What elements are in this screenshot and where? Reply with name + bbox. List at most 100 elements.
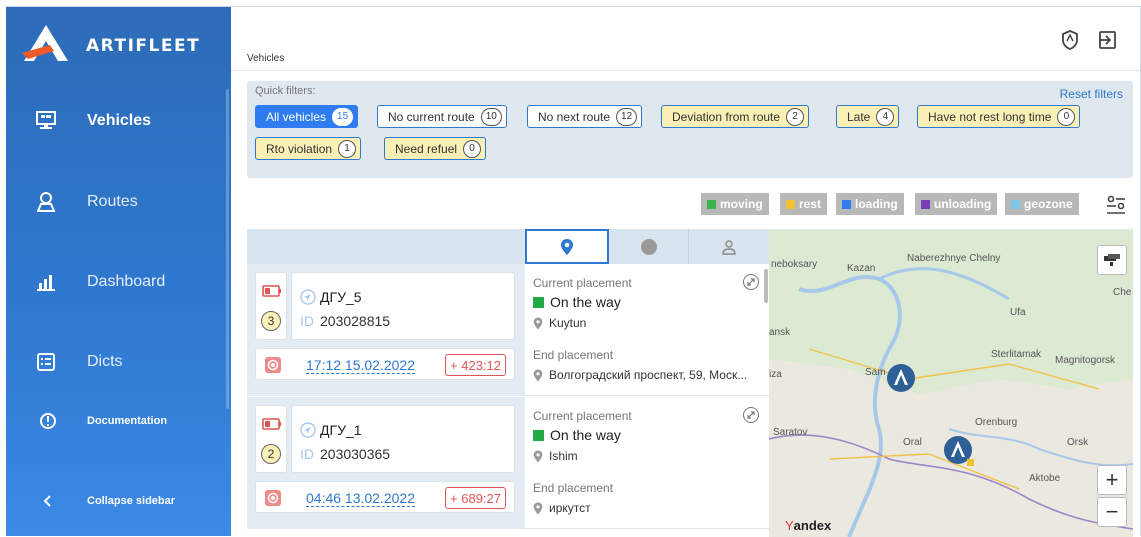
map-layers-icon	[1104, 254, 1120, 266]
vehicle-list[interactable]: 3 ДГУ_5 ID 203028815 17:12 15.02.2022 + …	[247, 264, 769, 537]
sidebar-item-label: Dashboard	[87, 273, 166, 290]
filter-chip-no-current-route[interactable]: No current route 10	[377, 105, 507, 128]
sidebar: ARTIFLEET Vehicles Routes Dashboard Dict…	[6, 7, 231, 536]
artifleet-logo-icon	[20, 23, 72, 63]
filter-chip-no-next-route[interactable]: No next route 12	[527, 105, 643, 128]
legend-moving[interactable]: moving	[701, 193, 769, 215]
vehicle-indicators: 3	[255, 272, 287, 340]
vehicle-badge: 2	[261, 444, 281, 464]
legend-label: moving	[720, 197, 763, 211]
navigation-icon	[300, 422, 316, 438]
legend-geozone[interactable]: geozone	[1005, 193, 1079, 215]
filter-chip-label: No next route	[538, 109, 611, 124]
map-place-label: Sterlitamak	[991, 349, 1042, 360]
filter-chip-label: Deviation from route	[672, 109, 781, 124]
monitor-icon	[34, 109, 58, 133]
location-pin-icon	[560, 238, 573, 255]
map-pin-person-icon	[34, 190, 58, 214]
circle-icon	[640, 238, 657, 255]
shield-icon[interactable]	[1059, 29, 1081, 51]
quick-filters-panel: Quick filters: Reset filters All vehicle…	[247, 81, 1133, 178]
reset-filters-link[interactable]: Reset filters	[1060, 87, 1123, 101]
vehicle-time-row: 04:46 13.02.2022 + 689:27	[255, 481, 515, 513]
legend-label: unloading	[934, 197, 992, 211]
vehicle-marker-icon[interactable]	[943, 435, 975, 467]
map-place-label: Orsk	[1067, 437, 1089, 448]
map-view[interactable]: neboksary Kazan Naberezhnye Chelny Che U…	[769, 229, 1133, 537]
legend-unloading[interactable]: unloading	[915, 193, 998, 215]
current-placement-title: Current placement	[533, 276, 632, 290]
vehicle-time-row: 17:12 15.02.2022 + 423:12	[255, 348, 515, 380]
location-pin-icon	[533, 317, 543, 329]
vehicle-id: 203028815	[320, 313, 391, 329]
tab-driver[interactable]	[689, 229, 769, 264]
brand[interactable]: ARTIFLEET	[20, 21, 200, 65]
sidebar-item-routes[interactable]: Routes	[6, 188, 231, 216]
location-pin-icon	[533, 369, 543, 381]
legend-label: geozone	[1024, 197, 1073, 211]
vehicle-id-label: ID	[300, 313, 314, 329]
brand-name: ARTIFLEET	[86, 36, 201, 56]
current-placement-title: Current placement	[533, 409, 632, 423]
filter-chip-late[interactable]: Late 4	[836, 105, 900, 128]
zoom-out-button[interactable]: −	[1097, 497, 1127, 527]
filter-chip-label: Have not rest long time	[928, 109, 1052, 124]
vehicle-time-link[interactable]: 04:46 13.02.2022	[306, 490, 415, 507]
vehicle-delay-badge: + 689:27	[445, 487, 506, 509]
sidebar-item-vehicles[interactable]: Vehicles	[6, 107, 231, 135]
location-pin-icon	[533, 502, 543, 514]
vehicle-list-scrollbar[interactable]	[764, 269, 768, 303]
end-placement-title: End placement	[533, 481, 614, 495]
collapse-sidebar-button[interactable]: Collapse sidebar	[6, 491, 231, 511]
filter-chip-deviation-from-route[interactable]: Deviation from route 2	[661, 105, 810, 128]
sliders-settings-icon[interactable]	[1104, 193, 1128, 217]
vehicle-status-label: On the way	[550, 294, 621, 310]
expand-icon[interactable]	[743, 274, 759, 290]
filter-chip-label: Need refuel	[395, 141, 458, 156]
legend-rest[interactable]: rest	[780, 193, 828, 215]
filter-chip-label: No current route	[388, 109, 475, 124]
filter-chip-count: 4	[876, 107, 895, 126]
vehicle-time-link[interactable]: 17:12 15.02.2022	[306, 357, 415, 374]
sidebar-item-dashboard[interactable]: Dashboard	[6, 268, 231, 296]
vehicle-marker-icon[interactable]	[886, 363, 916, 393]
end-placement: End placement иркутст	[533, 481, 765, 515]
sidebar-item-label: Vehicles	[87, 112, 152, 129]
sidebar-item-label: Routes	[87, 193, 138, 210]
map-place-label: Che	[1113, 287, 1132, 298]
vehicle-id: 203030365	[320, 446, 391, 462]
vehicle-id-label: ID	[300, 446, 314, 462]
filter-chip-have-not-rest[interactable]: Have not rest long time 0	[917, 105, 1081, 128]
logout-icon[interactable]	[1097, 29, 1119, 51]
filter-chip-rto-violation[interactable]: Rto violation 1	[255, 137, 362, 160]
filter-chip-count: 0	[463, 139, 482, 158]
map-place-label: Saratov	[773, 427, 808, 438]
vehicle-card[interactable]: 2 ДГУ_1 ID 203030365 04:46 13.02.2022 + …	[247, 397, 769, 529]
expand-icon[interactable]	[743, 407, 759, 423]
tab-status[interactable]	[609, 229, 690, 264]
legend-color-swatch	[921, 199, 930, 209]
vehicle-status: On the way	[533, 294, 765, 310]
legend-loading[interactable]: loading	[836, 193, 904, 215]
current-location: Ishim	[533, 449, 765, 463]
vehicle-status: On the way	[533, 427, 765, 443]
map-place-label: Ufa	[1010, 307, 1026, 318]
navigation-icon	[300, 289, 316, 305]
tab-location[interactable]	[525, 229, 609, 264]
app-window: ARTIFLEET Vehicles Routes Dashboard Dict…	[6, 6, 1141, 537]
filter-chip-need-refuel[interactable]: Need refuel 0	[384, 137, 487, 160]
map-place-label: iza	[769, 369, 782, 380]
vehicle-badge: 3	[261, 311, 281, 331]
main-content: Vehicles Quick filters: Reset filters Al…	[231, 7, 1141, 537]
map-layers-button[interactable]	[1097, 245, 1127, 275]
sidebar-item-documentation[interactable]: Documentation	[6, 411, 231, 431]
filter-chip-all-vehicles[interactable]: All vehicles 15	[255, 105, 359, 128]
filter-chip-count: 1	[338, 139, 357, 158]
map-place-label: Sam	[865, 367, 886, 378]
vehicle-card[interactable]: 3 ДГУ_5 ID 203028815 17:12 15.02.2022 + …	[247, 264, 769, 396]
zoom-in-button[interactable]: +	[1097, 465, 1127, 495]
map-place-label: Oral	[903, 437, 922, 448]
sidebar-item-dicts[interactable]: Dicts	[6, 348, 231, 376]
end-placement-title: End placement	[533, 348, 614, 362]
vehicle-name: ДГУ_1	[320, 422, 362, 438]
